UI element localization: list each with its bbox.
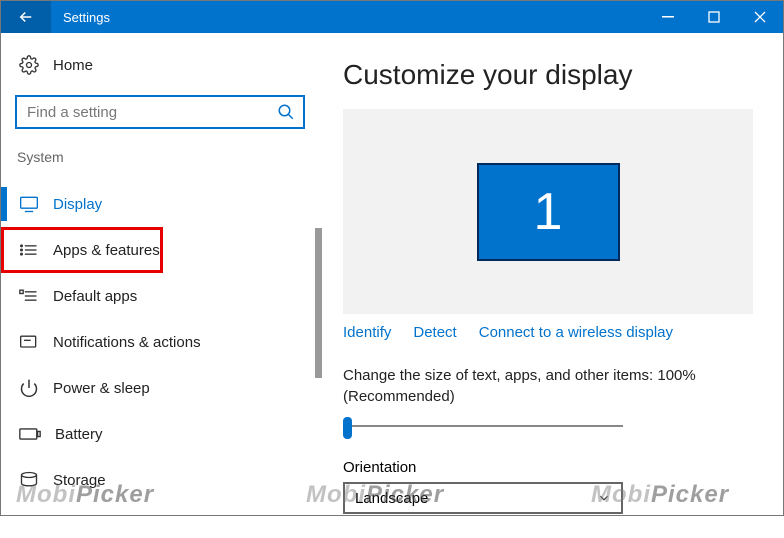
sidebar-nav: Display Apps & features Default apps Not… — [1, 181, 333, 503]
chevron-down-icon — [597, 491, 611, 505]
slider-track — [343, 425, 623, 427]
sidebar-item-storage[interactable]: Storage — [1, 457, 333, 503]
sidebar-item-apps-features[interactable]: Apps & features — [1, 227, 163, 273]
orientation-select[interactable]: Landscape — [343, 482, 623, 514]
sidebar-item-default-apps[interactable]: Default apps — [1, 273, 333, 319]
close-button[interactable] — [737, 1, 783, 33]
display-links: Identify Detect Connect to a wireless di… — [343, 324, 753, 341]
scale-slider[interactable] — [343, 417, 623, 437]
sidebar-item-label: Storage — [53, 472, 106, 489]
main-panel: Customize your display 1 Identify Detect… — [333, 33, 783, 515]
power-icon — [19, 378, 39, 398]
sidebar-item-battery[interactable]: Battery — [1, 411, 333, 457]
close-icon — [754, 11, 766, 23]
search-input[interactable] — [27, 97, 269, 127]
titlebar: Settings — [1, 1, 783, 33]
group-label-system: System — [1, 149, 333, 173]
sidebar-item-label: Battery — [55, 426, 103, 443]
maximize-icon — [708, 11, 720, 23]
home-nav[interactable]: Home — [1, 55, 333, 95]
battery-icon — [19, 427, 41, 441]
sidebar-item-label: Notifications & actions — [53, 334, 201, 351]
list-icon — [19, 241, 39, 259]
identify-link[interactable]: Identify — [343, 324, 391, 341]
notifications-icon — [19, 333, 39, 351]
maximize-button[interactable] — [691, 1, 737, 33]
monitor-icon — [19, 195, 39, 213]
monitor-1[interactable]: 1 — [477, 163, 620, 261]
defaults-icon — [19, 287, 39, 305]
sidebar: Home System Display Apps & features D — [1, 33, 333, 515]
sidebar-item-label: Display — [53, 196, 102, 213]
page-title: Customize your display — [343, 59, 753, 91]
minimize-button[interactable] — [645, 1, 691, 33]
search-box[interactable] — [15, 95, 305, 129]
sidebar-item-label: Apps & features — [53, 242, 160, 259]
detect-link[interactable]: Detect — [413, 324, 456, 341]
search-icon — [277, 103, 295, 121]
window-title: Settings — [63, 10, 110, 25]
orientation-label: Orientation — [343, 459, 753, 476]
sidebar-item-display[interactable]: Display — [1, 181, 333, 227]
back-arrow-icon — [17, 8, 35, 26]
scale-label: Change the size of text, apps, and other… — [343, 365, 753, 407]
sidebar-item-power-sleep[interactable]: Power & sleep — [1, 365, 333, 411]
home-label: Home — [53, 57, 93, 74]
sidebar-scrollbar[interactable] — [310, 228, 328, 538]
minimize-icon — [662, 11, 674, 23]
orientation-value: Landscape — [355, 490, 428, 507]
slider-thumb[interactable] — [343, 417, 352, 439]
storage-icon — [19, 471, 39, 489]
scroll-thumb[interactable] — [315, 228, 322, 378]
display-preview[interactable]: 1 — [343, 109, 753, 314]
back-button[interactable] — [1, 1, 51, 33]
gear-icon — [19, 55, 39, 75]
wireless-display-link[interactable]: Connect to a wireless display — [479, 324, 673, 341]
sidebar-item-notifications[interactable]: Notifications & actions — [1, 319, 333, 365]
sidebar-item-label: Power & sleep — [53, 380, 150, 397]
sidebar-item-label: Default apps — [53, 288, 137, 305]
window-controls — [645, 1, 783, 33]
monitor-number: 1 — [534, 182, 563, 242]
